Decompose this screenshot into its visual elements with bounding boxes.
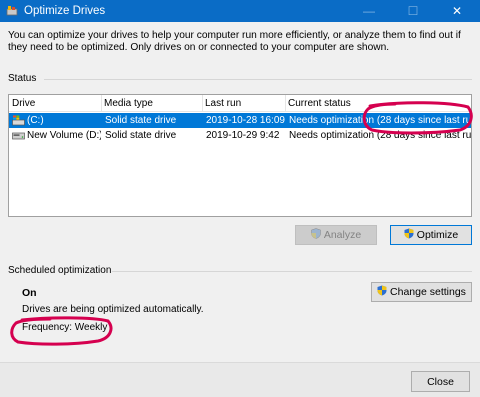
close-button[interactable]: Close — [411, 371, 470, 392]
column-header-last-run[interactable]: Last run — [202, 95, 285, 112]
drive-icon — [12, 130, 25, 144]
title-bar: Optimize Drives — ☐ ✕ — [0, 0, 480, 22]
change-settings-label: Change settings — [390, 286, 466, 298]
optimize-button[interactable]: Optimize — [390, 225, 472, 245]
dialog-footer: Close — [0, 362, 480, 397]
windows-drive-icon — [12, 115, 25, 129]
schedule-detail: Drives are being optimized automatically… — [22, 304, 204, 315]
schedule-frequency: Frequency: Weekly — [22, 322, 108, 333]
drive-row-d[interactable]: New Volume (D:) Solid state drive 2019-1… — [9, 128, 471, 143]
last-run: 2019-10-29 9:42 — [206, 130, 280, 141]
current-status: Needs optimization (28 days since last r… — [289, 130, 471, 141]
media-type: Solid state drive — [105, 130, 177, 141]
analyze-label: Analyze — [323, 229, 362, 241]
maximize-button[interactable]: ☐ — [394, 0, 432, 22]
close-window-button[interactable]: ✕ — [438, 0, 476, 22]
drive-row-c[interactable]: (C:) Solid state drive 2019-10-28 16:09 … — [9, 113, 471, 128]
drive-name: New Volume (D:) — [27, 130, 101, 141]
description-text: You can optimize your drives to help you… — [8, 30, 461, 53]
analyze-button[interactable]: Analyze — [295, 225, 377, 245]
column-header-drive[interactable]: Drive — [9, 95, 101, 112]
close-label: Close — [427, 375, 454, 388]
current-status: Needs optimization (28 days since last r… — [289, 115, 471, 126]
last-run: 2019-10-28 16:09 — [206, 115, 285, 126]
drives-list-header: Drive Media type Last run Current status — [9, 95, 471, 112]
column-header-current-status[interactable]: Current status — [285, 95, 471, 112]
schedule-state: On — [22, 287, 37, 299]
scheduled-section-label: Scheduled optimization — [8, 265, 112, 276]
shield-icon — [377, 285, 387, 299]
window-title: Optimize Drives — [24, 5, 106, 17]
optimize-label: Optimize — [416, 229, 459, 241]
shield-icon — [311, 228, 321, 242]
shield-icon — [404, 228, 414, 242]
minimize-button[interactable]: — — [350, 0, 388, 22]
change-settings-button[interactable]: Change settings — [371, 282, 472, 302]
optimize-drives-app-icon — [6, 5, 18, 17]
drives-list[interactable]: Drive Media type Last run Current status… — [8, 94, 472, 217]
media-type: Solid state drive — [105, 115, 177, 126]
status-divider — [44, 79, 472, 80]
scheduled-divider — [112, 271, 472, 272]
drive-name: (C:) — [27, 115, 44, 126]
status-section-label: Status — [8, 73, 37, 84]
column-header-media-type[interactable]: Media type — [101, 95, 202, 112]
